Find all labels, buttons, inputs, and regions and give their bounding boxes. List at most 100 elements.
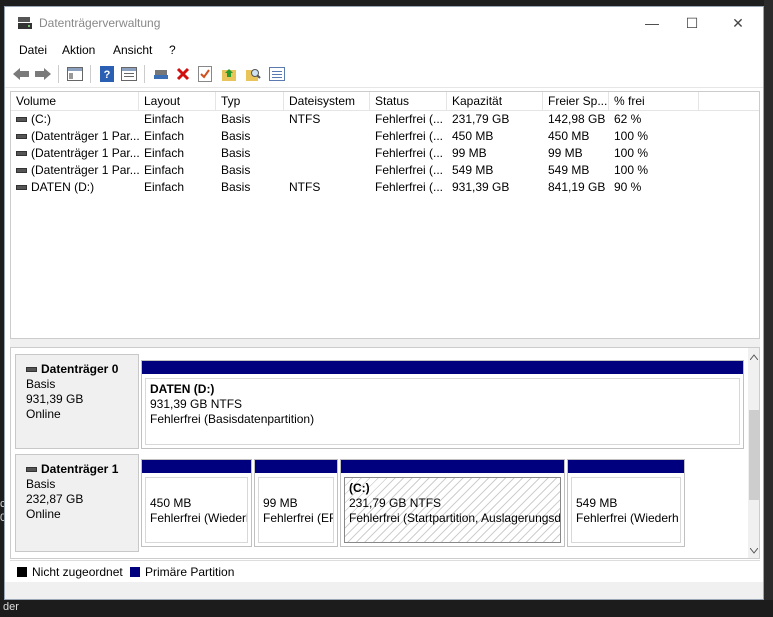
legend-primary-partition: Primäre Partition [130,565,234,579]
vertical-scrollbar[interactable] [748,348,759,558]
column-capacity[interactable]: Kapazität [447,92,543,110]
toolbar-separator [58,65,59,83]
show-hide-console-tree-icon[interactable] [65,64,85,84]
column-status[interactable]: Status [370,92,447,110]
table-row[interactable]: DATEN (D:) Einfach Basis NTFS Fehlerfrei… [11,179,759,196]
column-percent-free[interactable]: % frei [609,92,699,110]
partition-title [150,481,243,496]
percent-free-cell: 100 % [614,146,649,160]
partition-details: DATEN (D:) 931,39 GB NTFS Fehlerfrei (Ba… [145,378,740,445]
disk-0-label[interactable]: Datenträger 0 Basis 931,39 GB Online [15,354,139,449]
volume-icon [16,168,27,174]
primary-partition-band [142,361,743,374]
svg-text:?: ? [104,69,111,81]
back-icon[interactable] [11,64,31,84]
primary-partition-band [255,460,337,473]
capacity-cell: 99 MB [452,146,487,160]
legend-swatch-primary [130,567,140,577]
partition-size: 549 MB [576,496,618,510]
primary-partition-band [568,460,684,473]
partition-details: 450 MB Fehlerfrei (Wiederh [145,477,248,543]
toolbar: ? [5,61,763,88]
delete-icon[interactable] [173,64,193,84]
legend-swatch-unallocated [17,567,27,577]
disk-1-label[interactable]: Datenträger 1 Basis 232,87 GB Online [15,454,139,552]
desktop-text-fragment: der [3,601,19,613]
menu-aktion[interactable]: Aktion [62,43,95,57]
desktop-background [764,0,773,617]
column-free-space[interactable]: Freier Sp... [543,92,609,110]
partition-disk1-recovery-2[interactable]: 549 MB Fehlerfrei (Wiederh [567,459,685,547]
layout-cell: Einfach [144,129,185,143]
scroll-up-icon[interactable] [750,354,758,360]
search-folder-icon[interactable] [243,64,263,84]
forward-icon[interactable] [33,64,53,84]
filesystem-cell [284,145,370,162]
table-row[interactable]: (Datenträger 1 Par... Einfach Basis Fehl… [11,145,759,162]
scrollbar-thumb[interactable] [749,410,759,500]
partition-disk1-recovery-1[interactable]: 450 MB Fehlerfrei (Wiederh [141,459,252,547]
connect-icon[interactable] [151,64,171,84]
disk-state: Online [26,507,61,521]
percent-free-cell: 100 % [614,129,649,143]
column-filesystem[interactable]: Dateisystem [284,92,370,110]
volume-cell: (Datenträger 1 Par... [11,145,139,162]
percent-free-cell: 90 % [614,180,642,194]
disk-type: Basis [26,377,56,391]
capacity-cell: 931,39 GB [452,180,510,194]
menu-ansicht[interactable]: Ansicht [113,43,152,57]
disk-icon [26,367,37,373]
properties-icon[interactable] [119,64,139,84]
close-button[interactable]: ✕ [715,7,761,39]
volume-icon [16,151,27,157]
filesystem-cell [284,128,370,145]
capacity-cell: 549 MB [452,163,494,177]
check-icon[interactable] [195,64,215,84]
layout-cell: Einfach [144,163,185,177]
menu-datei[interactable]: Datei [19,43,47,57]
menu-bar: Datei Aktion Ansicht ? [5,39,763,61]
type-cell: Basis [221,129,251,143]
disk-icon [26,467,37,473]
menu-help[interactable]: ? [169,43,176,57]
folder-up-icon[interactable] [219,64,239,84]
type-cell: Basis [221,163,251,177]
table-row[interactable]: (Datenträger 1 Par... Einfach Basis Fehl… [11,128,759,145]
disk-graphical-view: Datenträger 0 Basis 931,39 GB Online DAT… [10,347,760,559]
partition-title [263,481,329,496]
status-bar [5,582,763,599]
type-cell: Basis [221,112,251,126]
status-cell: Fehlerfrei (... [375,146,444,160]
partition-size: 450 MB [150,496,192,510]
free-space-cell: 549 MB [548,163,590,177]
percent-free-cell: 62 % [614,112,642,126]
column-volume[interactable]: Volume [11,92,139,110]
table-row[interactable]: (Datenträger 1 Par... Einfach Basis Fehl… [11,162,759,179]
disk-size: 931,39 GB [26,392,84,406]
table-row[interactable]: (C:) Einfach Basis NTFS Fehlerfrei (... … [11,111,759,128]
help-icon[interactable]: ? [97,64,117,84]
partition-title: DATEN (D:) [150,382,215,396]
type-cell: Basis [221,146,251,160]
column-layout[interactable]: Layout [139,92,216,110]
status-cell: Fehlerfrei (... [375,129,444,143]
disk-size: 232,87 GB [26,492,84,506]
pane-splitter[interactable] [10,339,760,347]
title-bar[interactable]: Datenträgerverwaltung — ☐ ✕ [5,7,763,39]
partition-details: 549 MB Fehlerfrei (Wiederh [571,477,681,543]
partition-daten-d[interactable]: DATEN (D:) 931,39 GB NTFS Fehlerfrei (Ba… [141,360,744,449]
capacity-cell: 450 MB [452,129,494,143]
partition-disk1-efi[interactable]: 99 MB Fehlerfrei (EF [254,459,338,547]
column-type[interactable]: Typ [216,92,284,110]
list-view-icon[interactable] [267,64,287,84]
volume-list-header: Volume Layout Typ Dateisystem Status Kap… [11,92,759,111]
maximize-button[interactable]: ☐ [669,7,715,39]
legend-label: Nicht zugeordnet [32,565,123,579]
partition-status: Fehlerfrei (Startpartition, Auslagerungs… [349,511,561,525]
partition-c[interactable]: (C:) 231,79 GB NTFS Fehlerfrei (Startpar… [340,459,565,547]
free-space-cell: 142,98 GB [548,112,606,126]
scroll-down-icon[interactable] [750,548,758,554]
partition-status: Fehlerfrei (EF [263,511,334,525]
volume-cell: (C:) [11,111,139,128]
free-space-cell: 450 MB [548,129,590,143]
